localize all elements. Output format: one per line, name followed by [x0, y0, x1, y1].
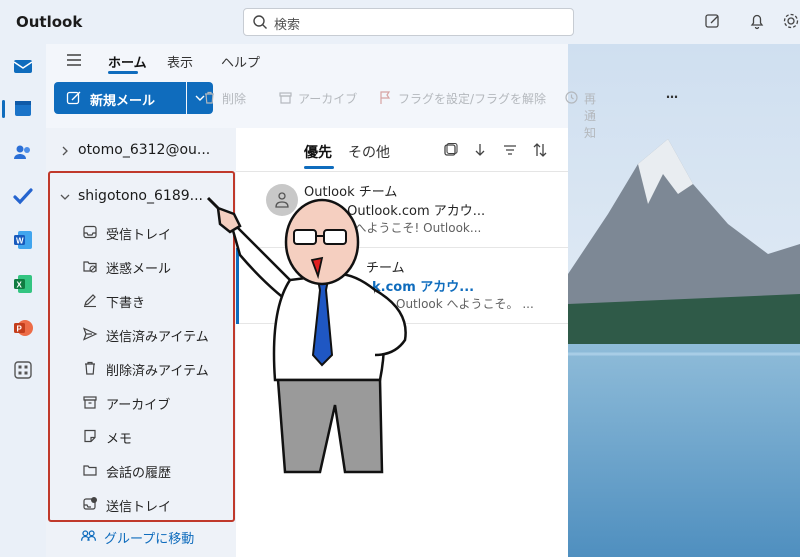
search-placeholder: 検索: [274, 18, 301, 33]
app-rail: W X P: [0, 44, 46, 557]
account-otomo[interactable]: otomo_6312@ou...: [78, 142, 210, 158]
menu-bar: ホーム 表示 ヘルプ: [46, 44, 568, 76]
mail-app-icon[interactable]: [11, 54, 35, 78]
calendar-app-icon[interactable]: [11, 96, 35, 120]
excel-app-icon[interactable]: X: [11, 272, 35, 296]
pointing-character-illustration: [206, 196, 407, 474]
compose-icon: [66, 91, 81, 105]
select-icon[interactable]: [442, 142, 458, 158]
tab-view[interactable]: 表示: [167, 52, 193, 71]
focused-tab-indicator: [304, 166, 334, 169]
ribbon: 新規メール 削除 アーカイブ フラグを設定/フラグを解除 再通知 …: [46, 76, 678, 140]
archive-button[interactable]: アーカイブ: [298, 90, 357, 107]
delete-button[interactable]: 削除: [222, 90, 246, 107]
search-box[interactable]: 検索: [243, 8, 574, 36]
tab-help[interactable]: ヘルプ: [221, 52, 260, 71]
bell-icon[interactable]: [748, 12, 766, 30]
sort-icon[interactable]: [532, 142, 548, 158]
archive-icon: [279, 92, 292, 104]
svg-text:W: W: [16, 237, 24, 246]
svg-text:X: X: [17, 281, 23, 290]
background-scenery: [568, 44, 800, 557]
delete-icon: [205, 91, 214, 104]
message-list-header: 優先 その他: [236, 128, 568, 172]
svg-text:P: P: [17, 325, 23, 334]
filter-icon[interactable]: [502, 142, 518, 158]
people-app-icon[interactable]: [11, 140, 35, 164]
clock-icon: [565, 91, 578, 104]
more-options-button[interactable]: …: [666, 87, 678, 101]
new-mail-button[interactable]: 新規メール: [54, 82, 186, 114]
title-bar: Outlook 検索: [0, 0, 800, 44]
todo-app-icon[interactable]: [11, 184, 35, 208]
groups-icon: [80, 530, 97, 541]
tab-home[interactable]: ホーム: [108, 52, 147, 71]
tab-focused[interactable]: 優先: [304, 142, 332, 162]
app-title: Outlook: [16, 13, 83, 31]
new-mail-label: 新規メール: [90, 94, 156, 109]
flag-button[interactable]: フラグを設定/フラグを解除: [398, 90, 546, 107]
tab-active-indicator: [108, 71, 138, 74]
more-apps-icon[interactable]: [11, 358, 35, 382]
tab-other[interactable]: その他: [348, 142, 390, 162]
hamburger-icon[interactable]: [66, 53, 82, 67]
compose-note-icon[interactable]: [704, 12, 722, 30]
flag-icon: [380, 91, 391, 104]
settings-icon[interactable]: [782, 12, 800, 30]
powerpoint-app-icon[interactable]: P: [11, 316, 35, 340]
snooze-button[interactable]: 再通知: [584, 90, 596, 141]
search-icon: [253, 15, 267, 29]
jump-down-icon[interactable]: [472, 142, 488, 158]
word-app-icon[interactable]: W: [11, 228, 35, 252]
go-to-groups-link[interactable]: グループに移動: [104, 528, 194, 547]
rail-active-indicator: [2, 100, 5, 118]
chevron-right-icon[interactable]: [60, 146, 70, 156]
